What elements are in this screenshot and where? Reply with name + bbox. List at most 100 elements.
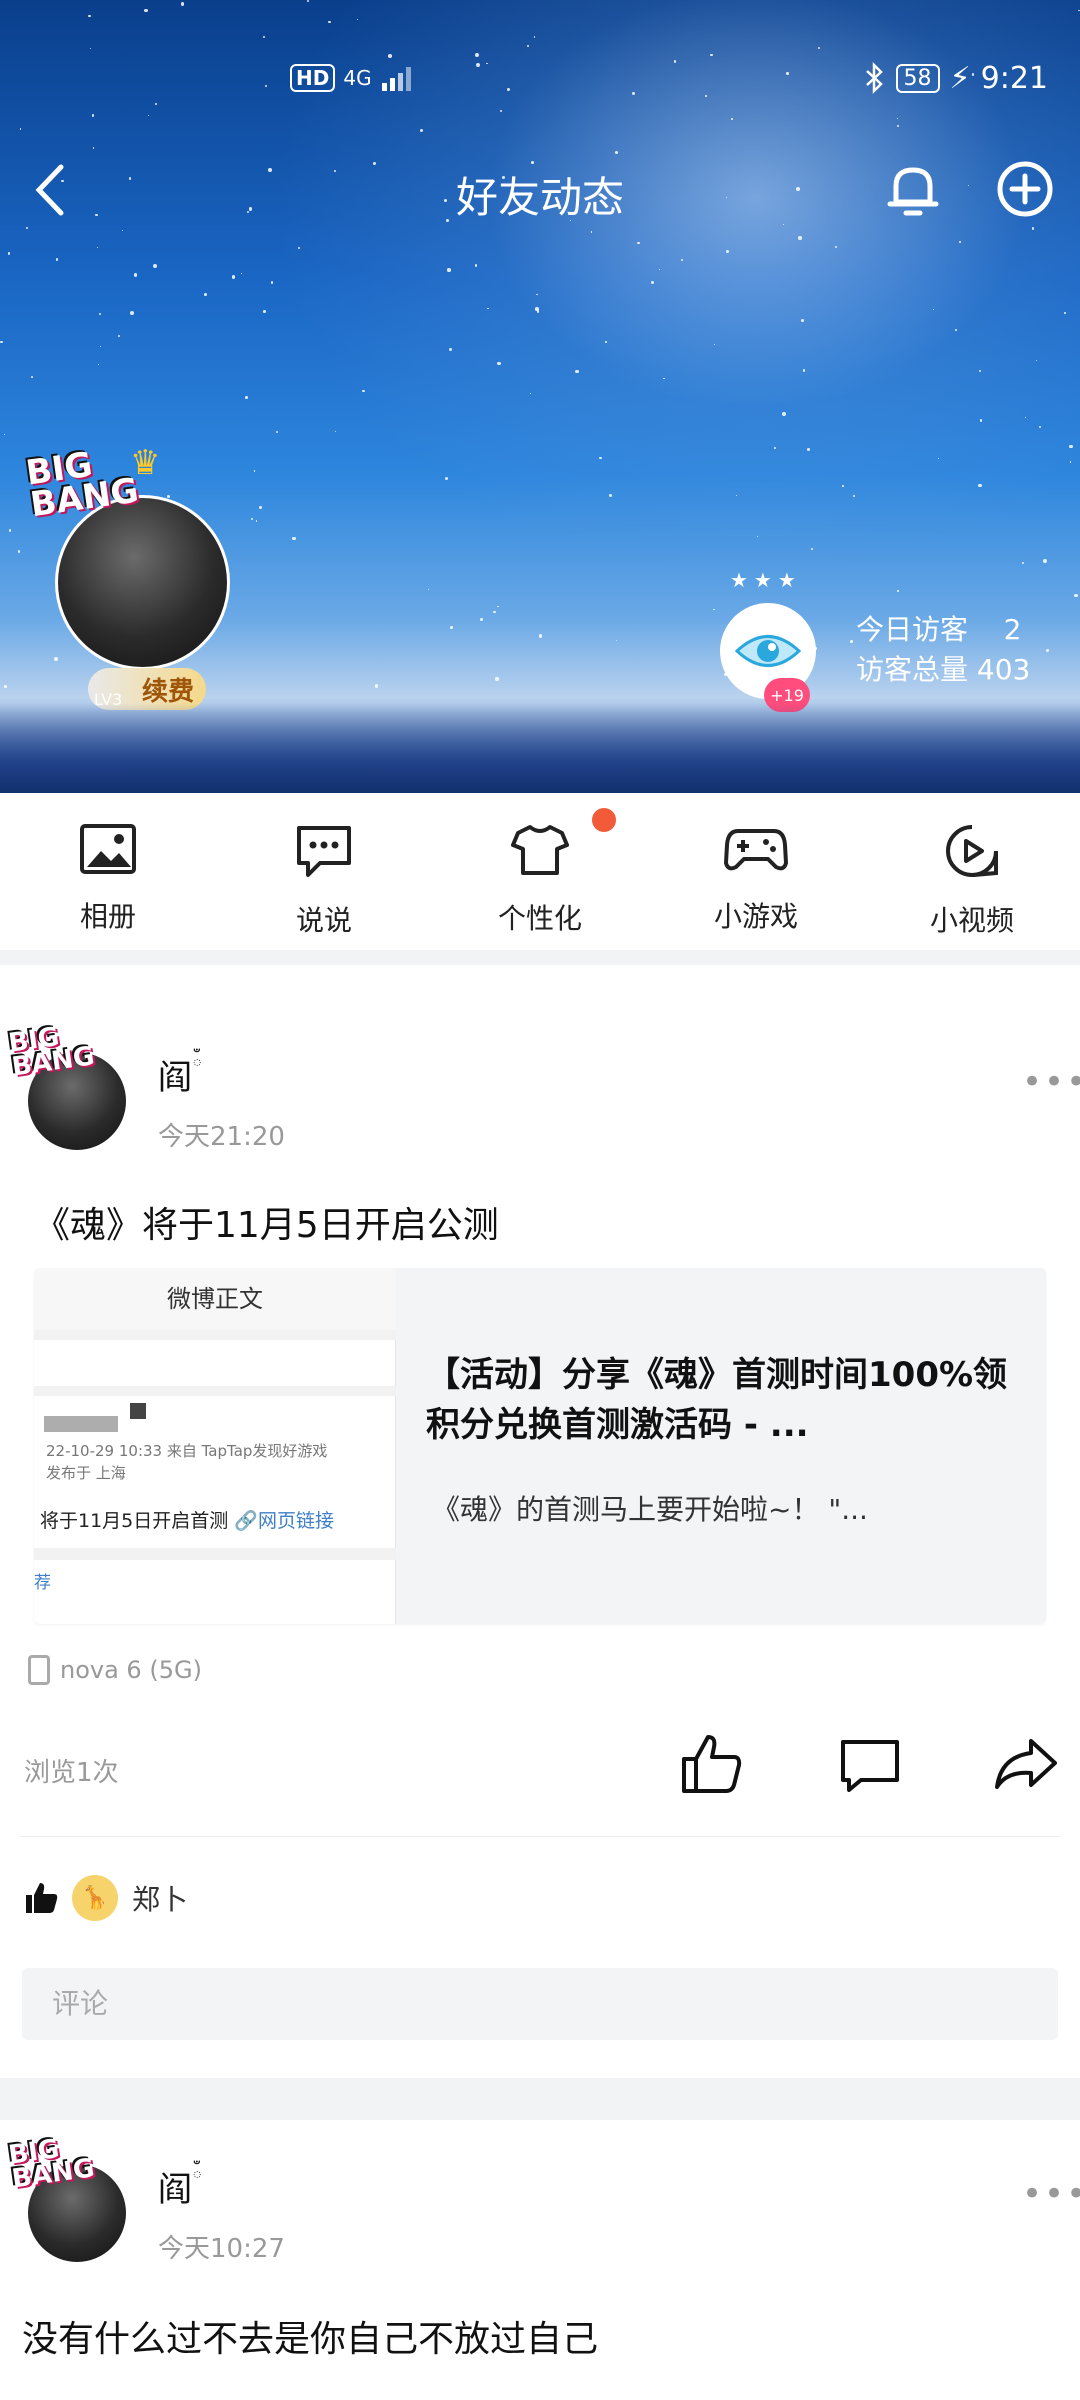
star-decoration xyxy=(938,458,940,460)
star-decoration xyxy=(533,36,536,39)
star-decoration xyxy=(1021,561,1024,565)
vip-renew-badge[interactable]: 续费 xyxy=(88,668,206,710)
star-decoration xyxy=(474,264,478,267)
star-decoration xyxy=(980,419,983,422)
liker-avatar[interactable]: 🦒 xyxy=(72,1875,118,1921)
star-decoration xyxy=(978,483,983,488)
more-options-icon[interactable]: ••• xyxy=(1022,1062,1080,1102)
link-icon: 🔗 xyxy=(234,1510,258,1532)
today-visitors: 今日访客 2 xyxy=(856,613,1022,646)
menu-label-games: 小游戏 xyxy=(713,900,798,933)
star-decoration xyxy=(291,536,296,541)
star-decoration xyxy=(797,236,802,241)
bluetooth-icon xyxy=(865,62,883,94)
chat-bubble-icon xyxy=(297,826,351,877)
post-time: 今天10:27 xyxy=(158,2234,285,2264)
star-decoration xyxy=(850,640,853,643)
star-decoration xyxy=(731,118,733,120)
star-decoration xyxy=(97,363,100,366)
star-decoration xyxy=(1074,593,1078,598)
star-decoration xyxy=(834,246,837,249)
menu-item-games[interactable]: 小游戏 xyxy=(648,793,864,950)
post-text: 没有什么过不去是你自己不放过自己 xyxy=(22,2319,599,2360)
star-decoration xyxy=(713,343,716,346)
star-decoration xyxy=(88,14,91,18)
plus-circle-icon xyxy=(997,161,1053,217)
like-button[interactable] xyxy=(676,1728,748,1800)
star-decoration xyxy=(9,529,12,532)
shared-link-card[interactable]: 微博正文 22-10-29 10:33 来自 TapTap发现好游戏 发布于 上… xyxy=(34,1268,1046,1624)
star-decoration xyxy=(817,46,820,49)
star-decoration xyxy=(933,308,935,311)
star-decoration xyxy=(781,411,786,416)
star-decoration xyxy=(896,118,899,120)
star-decoration xyxy=(251,517,254,520)
section-separator xyxy=(0,2078,1080,2120)
star-decoration xyxy=(479,617,483,621)
star-decoration xyxy=(959,241,962,243)
star-decoration xyxy=(705,95,707,97)
nav-bar: 好友动态 xyxy=(0,150,1080,230)
more-options-icon[interactable]: ••• xyxy=(1022,2174,1080,2214)
notification-button[interactable] xyxy=(882,158,944,224)
bell-icon xyxy=(887,167,939,216)
star-decoration xyxy=(802,369,806,372)
user-avatar[interactable] xyxy=(55,495,230,670)
star-decoration xyxy=(538,634,542,638)
comment-input[interactable]: 评论 xyxy=(22,1968,1058,2040)
star-decoration xyxy=(3,433,6,436)
post-author-name[interactable]: 阎ఀ xyxy=(158,1050,202,1099)
menu-label-moments: 说说 xyxy=(295,904,352,937)
star-decoration xyxy=(527,44,530,47)
star-decoration xyxy=(31,375,34,378)
star-decoration xyxy=(374,684,378,688)
device-name: nova 6 (5G) xyxy=(60,1656,202,1684)
liker-name[interactable]: 郑卜 xyxy=(132,1878,188,1918)
star-decoration xyxy=(495,676,499,681)
tshirt-icon xyxy=(511,825,569,875)
star-decoration xyxy=(450,625,454,629)
star-decoration xyxy=(1038,426,1041,429)
star-decoration xyxy=(241,273,243,275)
star-decoration xyxy=(362,389,366,393)
star-decoration xyxy=(651,281,655,285)
post-author-name[interactable]: 阎ఀ xyxy=(158,2162,202,2211)
star-decoration xyxy=(658,268,661,271)
star-decoration xyxy=(475,52,480,57)
notification-dot xyxy=(592,808,616,832)
star-decoration xyxy=(100,346,102,348)
star-decoration xyxy=(420,128,424,132)
star-decoration xyxy=(91,114,95,117)
star-decoration xyxy=(259,505,263,509)
menu-item-album[interactable]: 相册 xyxy=(0,793,216,950)
star-decoration xyxy=(0,341,3,344)
battery-icon: 58 xyxy=(895,63,940,93)
star-decoration xyxy=(155,102,158,105)
star-decoration xyxy=(536,310,540,313)
star-decoration xyxy=(54,657,58,662)
star-decoration xyxy=(204,293,207,297)
crown-icon: ♛ xyxy=(130,443,161,483)
photo-icon xyxy=(80,824,136,874)
star-decoration xyxy=(1043,559,1048,563)
star-decoration xyxy=(810,547,814,551)
share-button[interactable] xyxy=(990,1728,1062,1800)
thumbnail-meta: 22-10-29 10:33 来自 TapTap发现好游戏 xyxy=(46,1442,328,1460)
star-decoration xyxy=(615,639,617,641)
star-decoration xyxy=(499,109,503,113)
signal-icon xyxy=(381,67,411,91)
menu-item-videos[interactable]: 小视频 xyxy=(864,793,1080,950)
star-decoration xyxy=(448,348,453,352)
add-button[interactable] xyxy=(994,158,1056,224)
menu-item-moments[interactable]: 说说 xyxy=(216,793,432,950)
visitor-stats[interactable]: 今日访客 2 访客总量 403 xyxy=(856,610,1030,690)
bigbang-logo: BIG BANG xyxy=(6,2133,97,2195)
star-decoration xyxy=(130,310,135,315)
star-decoration xyxy=(180,2,185,6)
star-decoration xyxy=(1069,461,1072,463)
star-decoration xyxy=(270,281,274,284)
menu-label-album: 相册 xyxy=(79,900,136,933)
status-bar-right: 58 ⚡ 9:21 xyxy=(862,58,1048,98)
comment-button[interactable] xyxy=(834,1728,906,1800)
bigbang-logo: BIG BANG xyxy=(23,444,142,526)
